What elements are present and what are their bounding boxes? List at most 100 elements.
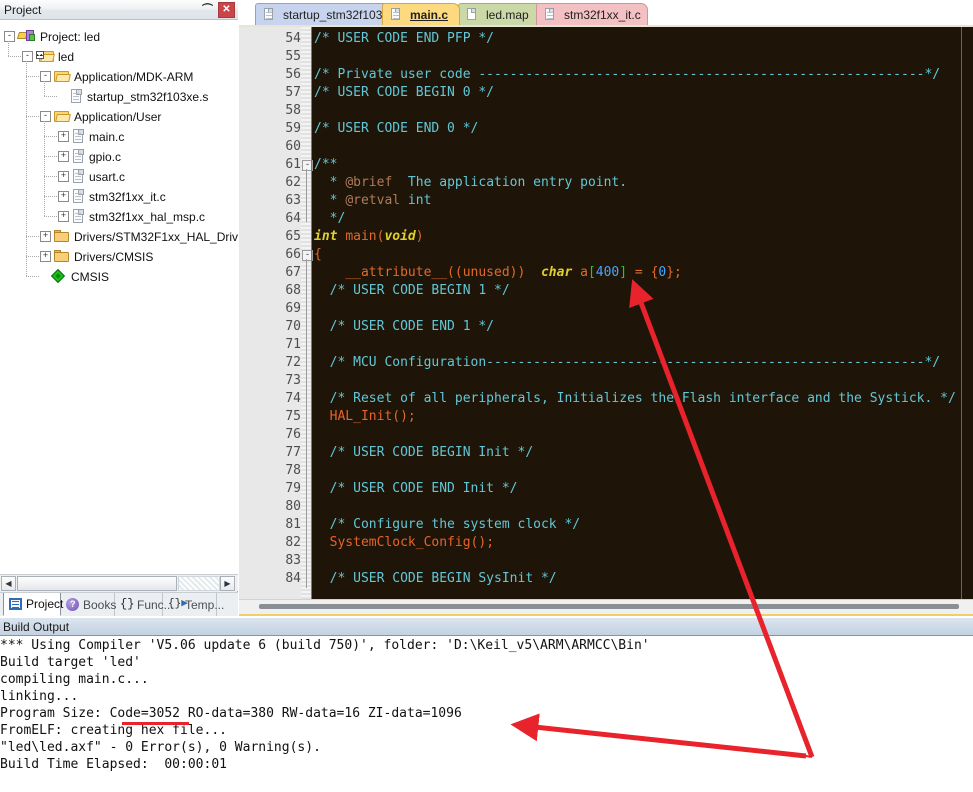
code-line[interactable]: /* USER CODE END Init */ — [314, 480, 518, 498]
tree-expander[interactable]: + — [40, 251, 51, 263]
code-line[interactable] — [314, 552, 322, 570]
tree-item-label: stm32f1xx_hal_msp.c — [89, 209, 206, 224]
build-output-text[interactable]: *** Using Compiler 'V5.06 update 6 (buil… — [0, 637, 973, 792]
panel-tab-books[interactable]: ? Books — [61, 593, 116, 616]
code-line[interactable]: /* USER CODE END 0 */ — [314, 120, 478, 138]
functions-icon: {} — [120, 597, 135, 611]
scroll-right-icon[interactable]: ▶ — [220, 576, 235, 591]
tree-item-application-mdk-arm[interactable]: - Application/MDK-ARM — [40, 66, 193, 86]
tree-expander[interactable]: - — [40, 71, 51, 83]
scrollbar-thumb[interactable] — [17, 576, 177, 591]
tree-expander[interactable]: + — [58, 191, 69, 203]
editor-hscrollbar[interactable] — [239, 599, 973, 614]
books-icon: ? — [66, 598, 80, 611]
tree-item-startup-stm32f103xe-s[interactable]: startup_stm32f103xe.s — [58, 86, 208, 106]
project-tree[interactable]: - Project: led - led - Application/MDK-ARM sta… — [0, 20, 238, 574]
code-line[interactable]: /** — [314, 156, 337, 174]
code-line[interactable] — [314, 498, 322, 516]
code-token: @brief — [345, 175, 393, 190]
pin-icon[interactable]: ⏜ — [199, 2, 216, 18]
code-text-area[interactable]: /* USER CODE END PFP */ /* Private user … — [314, 27, 973, 599]
tree-expander[interactable]: + — [58, 171, 69, 183]
panel-tab-project[interactable]: Project — [3, 593, 63, 616]
code-line[interactable]: /* USER CODE BEGIN 0 */ — [314, 84, 494, 102]
tree-item-stm32f1xx-hal-msp-c[interactable]: + stm32f1xx_hal_msp.c — [58, 206, 205, 226]
code-line[interactable]: int main(void) — [314, 228, 424, 246]
code-line[interactable]: * @retval int — [314, 192, 432, 210]
code-line[interactable] — [314, 102, 322, 120]
code-token: /* Private user code -------------------… — [314, 67, 941, 82]
code-line[interactable] — [314, 426, 322, 444]
tree-expander[interactable]: + — [58, 151, 69, 163]
close-icon[interactable]: ✕ — [218, 2, 235, 18]
code-line[interactable]: /* USER CODE END 1 */ — [314, 318, 494, 336]
line-number: 64 — [285, 211, 301, 226]
editor-tab-led-map[interactable]: led.map — [458, 3, 544, 25]
tree-expander[interactable]: + — [58, 131, 69, 143]
code-line[interactable]: /* USER CODE END PFP */ — [314, 30, 494, 48]
tree-expander[interactable]: + — [58, 211, 69, 223]
code-line[interactable]: /* USER CODE BEGIN SysInit */ — [314, 570, 557, 588]
scrollbar-track[interactable] — [178, 576, 220, 591]
panel-tab-temp[interactable]: {}▶ Temp... — [163, 593, 224, 616]
tree-item-drivers-stm32f1xx-hal-driv[interactable]: + Drivers/STM32F1xx_HAL_Driv — [40, 226, 238, 246]
tree-item-stm32f1xx-it-c[interactable]: + stm32f1xx_it.c — [58, 186, 166, 206]
line-number: 75 — [285, 409, 301, 424]
tree-item-cmsis[interactable]: CMSIS — [40, 266, 109, 286]
code-token: = { — [627, 265, 659, 280]
code-line[interactable] — [314, 138, 322, 156]
panel-tab-func[interactable]: {} Func... — [115, 593, 174, 616]
project-tree-hscrollbar[interactable]: ◀ ▶ — [0, 574, 238, 591]
code-line[interactable] — [314, 336, 322, 354]
code-line[interactable] — [314, 462, 322, 480]
tree-expander[interactable]: + — [40, 231, 51, 243]
editor-tab-stm32f1xx-it-c[interactable]: stm32f1xx_it.c — [536, 3, 648, 25]
tree-expander[interactable]: - — [40, 111, 51, 123]
tree-item-label: gpio.c — [89, 149, 122, 164]
code-line[interactable] — [314, 372, 322, 390]
tree-expander[interactable]: - — [4, 31, 15, 43]
code-line[interactable]: */ — [314, 210, 346, 228]
tree-item-drivers-cmsis[interactable]: + Drivers/CMSIS — [40, 246, 153, 266]
tree-item-gpio-c[interactable]: + gpio.c — [58, 146, 121, 166]
code-token: void — [384, 229, 416, 244]
code-line[interactable]: * @brief The application entry point. — [314, 174, 627, 192]
code-token: SystemClock_Config — [314, 535, 471, 550]
project-panel-tabstrip[interactable]: Project? Books{} Func... {}▶ Temp... — [0, 592, 238, 616]
file-icon — [72, 209, 85, 224]
tree-connector — [26, 116, 40, 117]
code-editor[interactable]: 54 55 56 57 58 59 60 61 62 63 64 65 66 67 68 69 70 71 72 73… — [239, 27, 973, 599]
line-number: 78 — [285, 463, 301, 478]
tree-item-application-user[interactable]: - Application/User — [40, 106, 161, 126]
tree-item-usart-c[interactable]: + usart.c — [58, 166, 125, 186]
tree-connector — [8, 41, 9, 56]
panel-tab-label: Temp... — [185, 597, 225, 612]
code-line[interactable]: { — [314, 246, 322, 264]
tree-connector — [44, 196, 58, 197]
editor-tab-main-c[interactable]: main.c — [382, 3, 460, 25]
code-line[interactable]: /* USER CODE BEGIN 1 */ — [314, 282, 510, 300]
tree-item-main-c[interactable]: + main.c — [58, 126, 124, 146]
line-number: 54 — [285, 31, 301, 46]
code-line[interactable]: /* Configure the system clock */ — [314, 516, 580, 534]
tree-connector — [44, 96, 58, 97]
tree-item-label: Project: led — [40, 29, 101, 44]
code-line[interactable]: HAL_Init(); — [314, 408, 416, 426]
code-line[interactable]: /* MCU Configuration--------------------… — [314, 354, 941, 372]
tree-item-led[interactable]: - led — [22, 46, 74, 66]
code-line[interactable]: /* Private user code -------------------… — [314, 66, 940, 84]
code-line[interactable]: SystemClock_Config(); — [314, 534, 494, 552]
code-token: { — [314, 247, 322, 262]
code-line[interactable]: /* Reset of all peripherals, Initializes… — [314, 390, 956, 408]
tree-expander[interactable]: - — [22, 51, 33, 63]
editor-scrollbar-thumb[interactable] — [259, 604, 959, 609]
tree-item-project-led[interactable]: - Project: led — [4, 26, 100, 46]
scroll-left-icon[interactable]: ◀ — [1, 576, 16, 591]
editor-tab-startup-stm32f103xe-s[interactable]: startup_stm32f103xe.s — [255, 3, 404, 25]
code-line[interactable] — [314, 48, 322, 66]
editor-tabstrip[interactable]: startup_stm32f103xe.s main.c led.map stm32f… — [239, 0, 973, 27]
code-line[interactable]: /* USER CODE BEGIN Init */ — [314, 444, 534, 462]
code-line[interactable]: __attribute__((unused)) char a[400] = {0… — [314, 264, 682, 282]
folder-open-icon — [54, 70, 71, 83]
code-line[interactable] — [314, 300, 322, 318]
